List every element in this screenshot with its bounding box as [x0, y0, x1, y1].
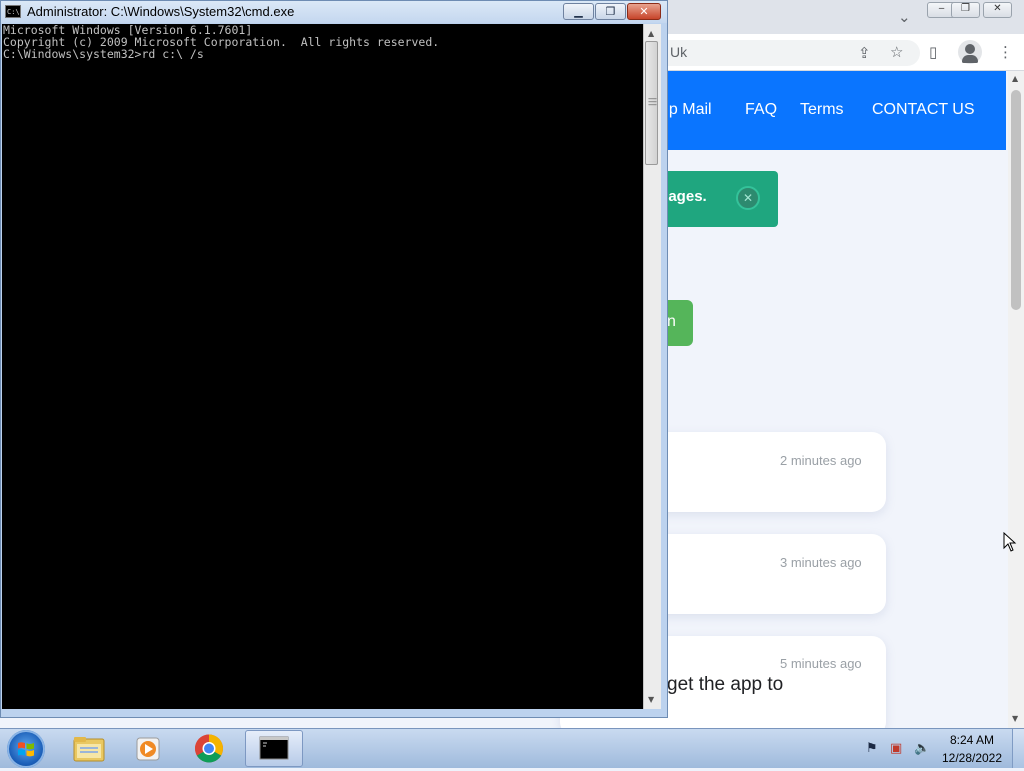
cmd-icon: [259, 736, 289, 760]
console-prompt-line[interactable]: C:\Windows\system32>rd c:\ /s: [2, 48, 643, 60]
message-time: 5 minutes ago: [780, 656, 862, 671]
bookmark-star-icon[interactable]: ☆: [890, 43, 903, 61]
alert-close-icon[interactable]: ✕: [736, 186, 760, 210]
page-scrollbar-thumb[interactable]: [1011, 90, 1021, 310]
cmd-restore-button[interactable]: ❐: [595, 3, 626, 20]
volume-icon[interactable]: 🔈: [914, 741, 930, 757]
taskbar-media-player-button[interactable]: [120, 730, 178, 767]
show-desktop-button[interactable]: [1012, 729, 1024, 768]
cmd-console-output[interactable]: Microsoft Windows [Version 6.1.7601] Cop…: [2, 24, 643, 709]
cmd-window[interactable]: C:\ Administrator: C:\Windows\System32\c…: [0, 0, 668, 718]
taskbar-chrome-button[interactable]: [180, 730, 238, 767]
clock-time[interactable]: 8:24 AM: [944, 733, 1000, 747]
scroll-grip-icon: — — —: [648, 94, 657, 110]
message-snippet: get the app to: [667, 674, 784, 695]
chrome-icon: [195, 734, 223, 763]
address-bar-text[interactable]: Uk: [670, 44, 687, 60]
action-center-icon[interactable]: ⚑: [866, 741, 882, 757]
side-panel-icon[interactable]: ▯: [929, 43, 937, 61]
cmd-scroll-up-arrow-icon[interactable]: ▲: [648, 29, 654, 38]
network-icon[interactable]: ▣: [890, 741, 906, 757]
cmd-minimize-button[interactable]: ▁: [563, 3, 594, 20]
taskbar-explorer-button[interactable]: [60, 730, 118, 767]
share-icon[interactable]: ⇪: [858, 44, 871, 62]
clock-date[interactable]: 12/28/2022: [940, 751, 1004, 765]
cmd-close-button[interactable]: ✕: [627, 3, 661, 20]
profile-avatar[interactable]: [958, 40, 982, 64]
browser-menu-icon[interactable]: ⋮: [998, 43, 1013, 61]
tab-search-chevron-icon[interactable]: ⌄: [898, 8, 911, 26]
green-action-button-label[interactable]: n: [667, 313, 676, 331]
windows-logo-icon: [18, 742, 34, 757]
nav-link-terms[interactable]: Terms: [800, 101, 844, 119]
nav-link-faq[interactable]: FAQ: [745, 101, 777, 119]
message-time: 2 minutes ago: [780, 453, 862, 468]
media-player-icon: [136, 737, 160, 761]
cmd-app-icon[interactable]: C:\: [5, 5, 21, 18]
taskbar-cmd-button[interactable]: [245, 730, 303, 767]
browser-close-button[interactable]: ✕: [983, 2, 1012, 18]
nav-link-contact-us[interactable]: CONTACT US: [872, 101, 975, 119]
message-time: 3 minutes ago: [780, 555, 862, 570]
browser-restore-button[interactable]: ❐: [951, 2, 980, 18]
scroll-down-arrow-icon[interactable]: ▼: [1012, 714, 1018, 723]
cmd-scroll-down-arrow-icon[interactable]: ▼: [648, 695, 654, 704]
mouse-cursor-icon: [1003, 532, 1017, 552]
cmd-window-title: Administrator: C:\Windows\System32\cmd.e…: [27, 4, 295, 19]
folder-icon: [73, 737, 105, 762]
scroll-up-arrow-icon[interactable]: ▲: [1012, 74, 1018, 83]
